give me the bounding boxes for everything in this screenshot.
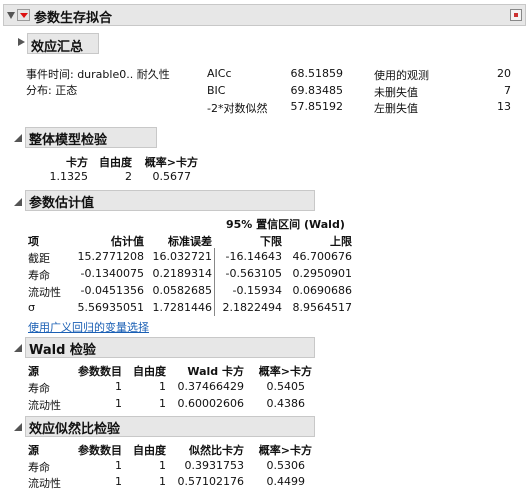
param-est-title: 参数估计值 (29, 196, 95, 211)
left-censored-value: 13 (497, 100, 511, 113)
estimate-cell: 5.56935051 (77, 301, 144, 314)
param-est-header[interactable]: 参数估计值 (25, 190, 315, 211)
wald-chisq-header: Wald 卡方 (187, 365, 244, 378)
collapse-triangle-icon[interactable] (14, 423, 22, 431)
lr-chisq-cell: 0.57102176 (177, 475, 244, 488)
effect-summary-title: 效应汇总 (31, 40, 84, 55)
chisq-header: 卡方 (66, 156, 88, 169)
ci-header: 95% 置信区间 (Wald) (226, 218, 345, 231)
df-cell: 1 (159, 459, 166, 472)
uncensored-label: 未删失值 (374, 86, 418, 99)
upper-cell: 0.2950901 (292, 267, 353, 280)
df-header: 自由度 (133, 365, 166, 378)
prob-cell: 0.4386 (266, 397, 306, 410)
source-cell: 寿命 (28, 382, 50, 395)
wald-title: Wald 检验 (29, 343, 96, 358)
stderr-cell: 0.0582685 (152, 284, 213, 297)
collapse-triangle-icon[interactable] (14, 344, 22, 352)
lower-header: 下限 (260, 235, 282, 248)
lr-chisq-header: 似然比卡方 (189, 444, 244, 457)
stderr-cell: 1.7281446 (152, 301, 213, 314)
nparm-cell: 1 (115, 475, 122, 488)
prob-cell: 0.5306 (266, 459, 306, 472)
estimate-header: 估计值 (111, 235, 144, 248)
df-cell: 1 (159, 397, 166, 410)
lower-cell: -16.14643 (225, 250, 282, 263)
df-header: 自由度 (99, 156, 132, 169)
stderr-cell: 16.032721 (152, 250, 213, 263)
nparm-cell: 1 (115, 397, 122, 410)
lower-cell: -0.15934 (232, 284, 282, 297)
df-cell: 1 (159, 475, 166, 488)
variable-selection-link[interactable]: 使用广义回归的变量选择 (28, 319, 149, 335)
prob-cell: 0.5405 (266, 380, 306, 393)
expand-triangle-icon[interactable] (18, 38, 25, 46)
lr-header[interactable]: 效应似然比检验 (25, 416, 315, 437)
collapse-triangle-icon[interactable] (14, 198, 22, 206)
whole-model-title: 整体模型检验 (29, 133, 108, 148)
wald-chisq-cell: 0.60002606 (177, 397, 244, 410)
prob-header: 概率>卡方 (258, 444, 312, 457)
effect-summary-header[interactable]: 效应汇总 (27, 33, 99, 55)
estimate-cell: -0.0451356 (80, 284, 144, 297)
prob-header: 概率>卡方 (258, 365, 312, 378)
term-cell: 流动性 (28, 286, 61, 299)
column-divider (214, 248, 215, 316)
source-cell: 流动性 (28, 399, 61, 412)
main-header: 参数生存拟合 (3, 4, 526, 26)
prob-header: 概率>卡方 (144, 156, 198, 169)
wald-chisq-cell: 0.37466429 (177, 380, 244, 393)
distribution-label: 分布: 正态 (26, 84, 78, 97)
bic-value: 69.83485 (290, 84, 344, 97)
stderr-header: 标准误差 (168, 235, 212, 248)
nparm-cell: 1 (115, 459, 122, 472)
prob-cell: 0.4499 (266, 475, 306, 488)
obs-used-value: 20 (497, 67, 511, 80)
upper-cell: 0.0690686 (292, 284, 353, 297)
source-header: 源 (28, 365, 39, 378)
obs-used-label: 使用的观测 (374, 69, 429, 82)
nparm-header: 参数数目 (78, 444, 122, 457)
nparm-header: 参数数目 (78, 365, 122, 378)
source-cell: 寿命 (28, 461, 50, 474)
upper-cell: 46.700676 (292, 250, 353, 263)
lower-cell: -0.563105 (225, 267, 282, 280)
whole-model-header[interactable]: 整体模型检验 (25, 127, 157, 148)
source-cell: 流动性 (28, 477, 61, 490)
prob-value: 0.5677 (152, 170, 192, 183)
report-title: 参数生存拟合 (34, 11, 113, 26)
loglik-label: -2*对数似然 (207, 102, 268, 115)
nparm-cell: 1 (115, 380, 122, 393)
loglik-value: 57.85192 (290, 100, 344, 113)
upper-header: 上限 (330, 235, 352, 248)
wald-header[interactable]: Wald 检验 (25, 337, 315, 358)
df-cell: 1 (159, 380, 166, 393)
source-header: 源 (28, 444, 39, 457)
lr-title: 效应似然比检验 (29, 422, 121, 437)
aicc-label: AICc (207, 67, 232, 80)
options-icon[interactable] (510, 9, 522, 21)
upper-cell: 8.9564517 (292, 301, 353, 314)
collapse-triangle-icon[interactable] (7, 12, 15, 19)
aicc-value: 68.51859 (290, 67, 344, 80)
left-censored-label: 左删失值 (374, 102, 418, 115)
term-cell: σ (28, 301, 35, 314)
df-header: 自由度 (133, 444, 166, 457)
lr-chisq-cell: 0.3931753 (184, 459, 245, 472)
stderr-cell: 0.2189314 (152, 267, 213, 280)
term-cell: 截距 (28, 252, 50, 265)
bic-label: BIC (207, 84, 226, 97)
lower-cell: 2.1822494 (222, 301, 283, 314)
uncensored-value: 7 (504, 84, 511, 97)
estimate-cell: -0.1340075 (80, 267, 144, 280)
event-time-label: 事件时间: durable0.. 耐久性 (26, 68, 170, 81)
term-header: 项 (28, 235, 39, 248)
chisq-value: 1.1325 (49, 170, 89, 183)
df-value: 2 (125, 170, 132, 183)
term-cell: 寿命 (28, 269, 50, 282)
estimate-cell: 15.2771208 (77, 250, 144, 263)
red-triangle-menu-icon[interactable] (17, 9, 30, 21)
collapse-triangle-icon[interactable] (14, 134, 22, 142)
